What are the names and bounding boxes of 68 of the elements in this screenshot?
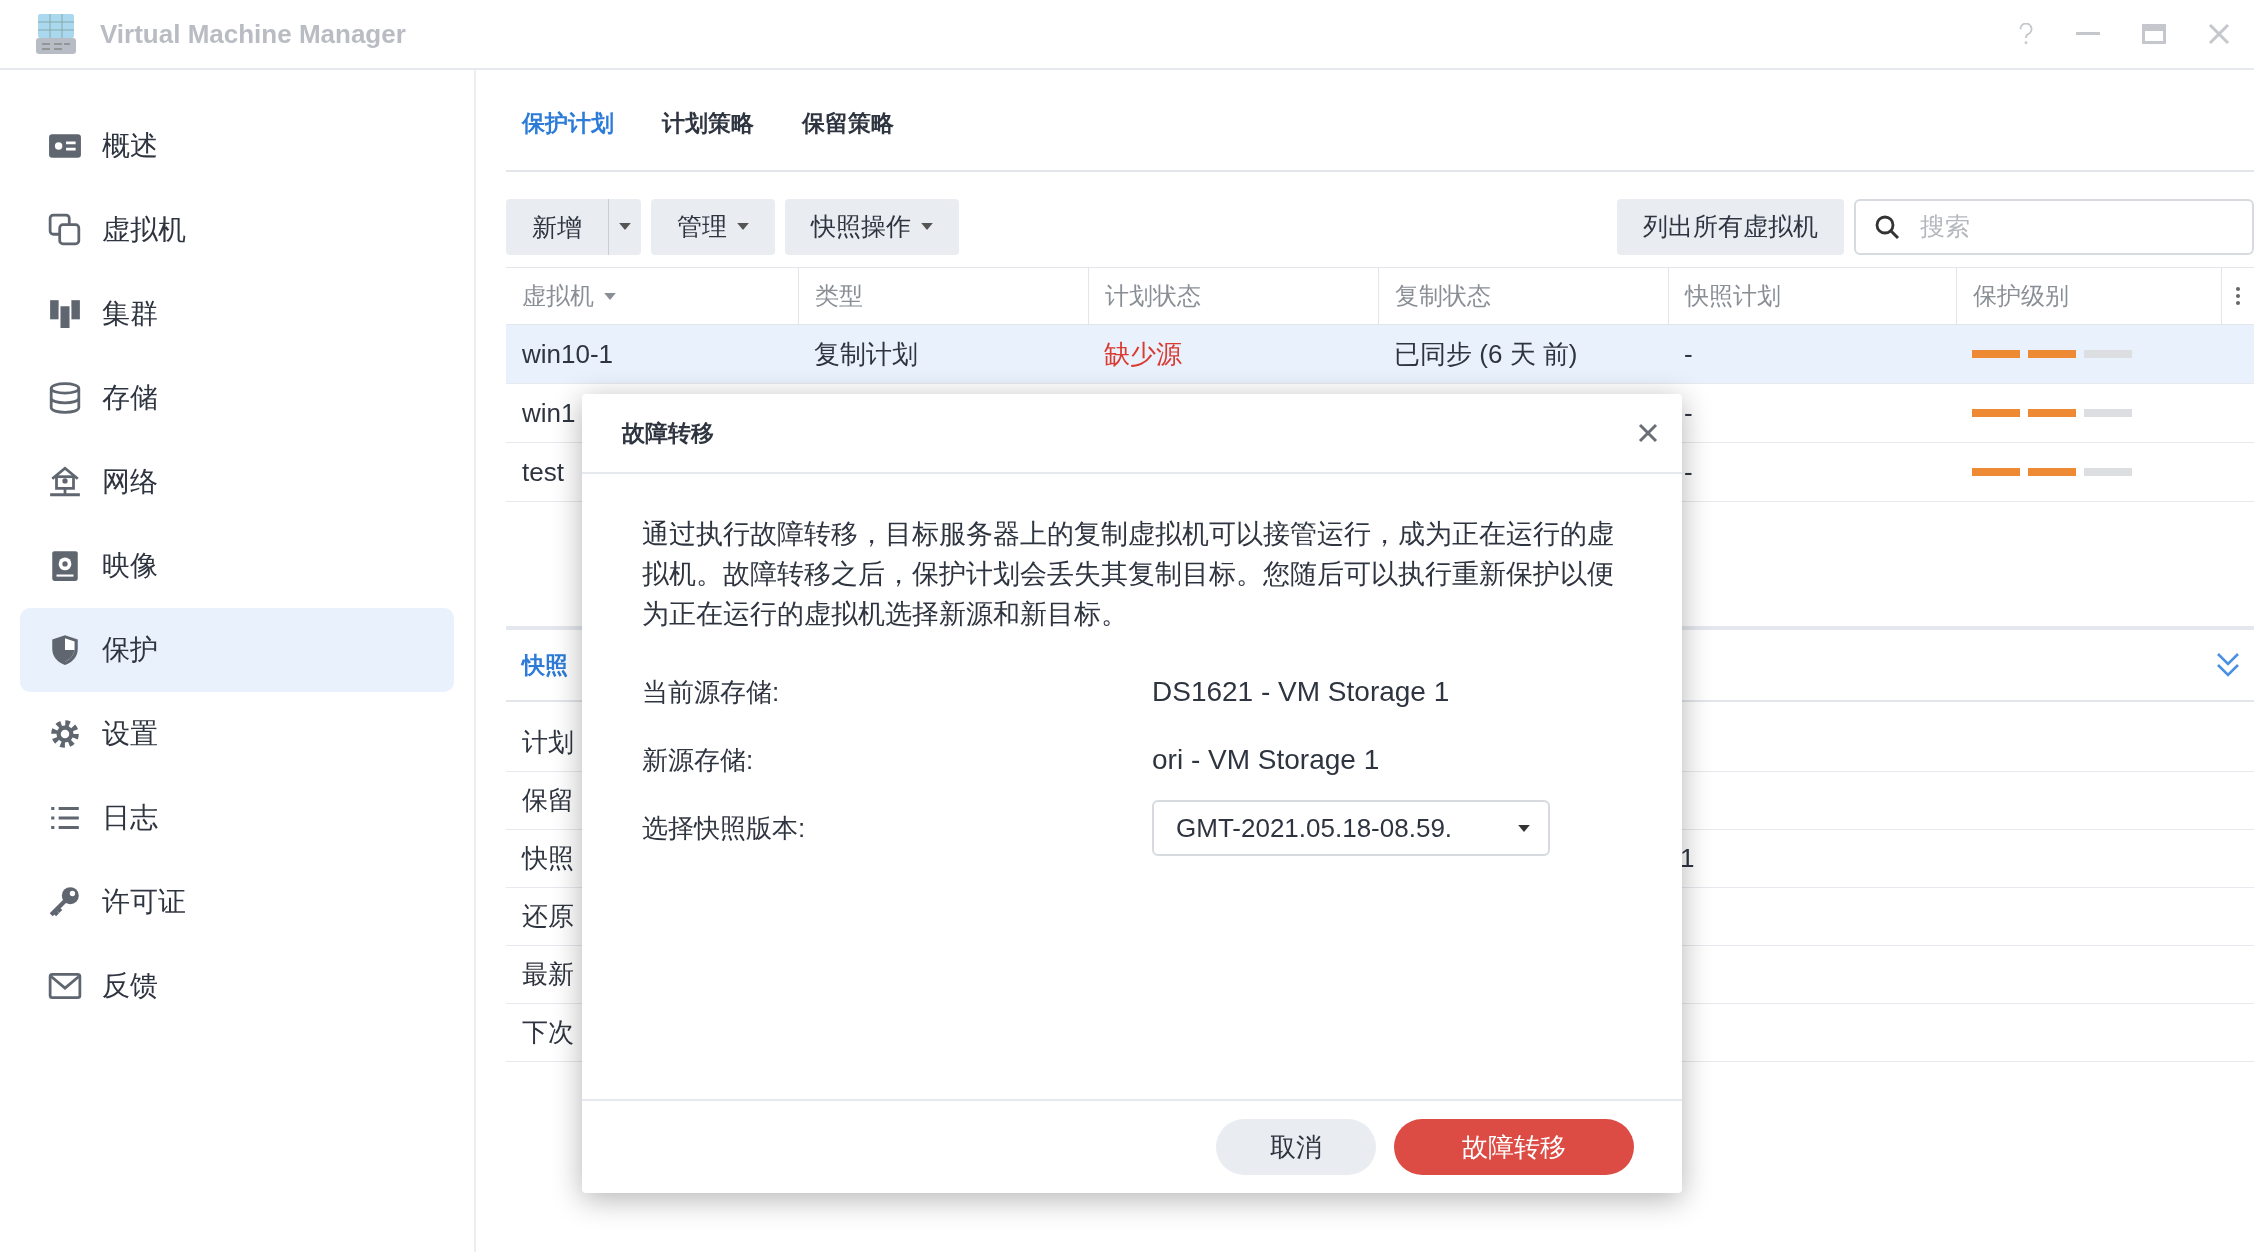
collapse-icon[interactable] <box>2216 652 2240 678</box>
sidebar-item[interactable]: 虚拟机 <box>20 188 454 272</box>
create-button[interactable]: 新增 <box>506 198 609 255</box>
snapshot-version-dropdown[interactable]: GMT-2021.05.18-08.59. <box>1152 800 1550 856</box>
cluster-icon <box>48 297 82 331</box>
field-label: 选择快照版本: <box>642 811 807 845</box>
caret-icon <box>921 223 933 230</box>
maximize-icon[interactable] <box>2142 24 2166 44</box>
tab[interactable]: 保护计划 <box>522 108 614 139</box>
sidebar-item[interactable]: 概述 <box>20 104 454 188</box>
table-cell-text: 复制计划 <box>814 337 918 371</box>
table-cell: win10-1 <box>522 338 614 370</box>
cancel-button[interactable]: 取消 <box>1216 1119 1376 1175</box>
detail-label: 最新 <box>521 958 574 991</box>
caret-icon <box>737 223 749 230</box>
field-value: DS1621 - VM Storage 1 <box>1152 676 1451 708</box>
table-cell-text: 已同步 (6 天 前) <box>1394 337 1578 371</box>
sidebar-item[interactable]: 日志 <box>20 776 454 860</box>
status-text: 缺少源 <box>1104 337 1182 371</box>
sidebar-item[interactable]: 存储 <box>20 356 454 440</box>
key-icon <box>48 885 82 919</box>
sidebar-item[interactable]: 设置 <box>20 692 454 776</box>
sort-caret-icon <box>604 292 616 300</box>
manage-button[interactable]: 管理 <box>651 198 775 255</box>
sidebar-item[interactable]: 许可证 <box>20 860 454 944</box>
minimize-icon[interactable] <box>2076 32 2100 36</box>
detail-label: 下次 <box>521 1016 574 1049</box>
field-label: 新源存储: <box>642 743 755 777</box>
detail-value: 1 <box>1680 843 1696 874</box>
sidebar-item[interactable]: 反馈 <box>20 944 454 1028</box>
window-title: Virtual Machine Manager <box>100 18 406 50</box>
sidebar-item[interactable]: 保护 <box>20 608 454 692</box>
caret-icon[interactable] <box>619 223 631 230</box>
detail-label: 还原 <box>521 900 574 933</box>
sidebar-item[interactable]: 网络 <box>20 440 454 524</box>
detail-label: 保留 <box>521 784 574 817</box>
close-icon[interactable] <box>1638 423 1658 443</box>
tab[interactable]: 计划策略 <box>662 108 754 139</box>
dialog-title: 故障转移 <box>622 418 714 448</box>
search-icon <box>1874 213 1900 240</box>
detail-label: 快照 <box>520 842 574 875</box>
copy-icon <box>48 213 82 247</box>
table-cell: - <box>1684 456 1693 488</box>
app-logo-icon <box>34 12 78 56</box>
sidebar-item[interactable]: 集群 <box>20 272 454 356</box>
search-field[interactable]: 搜索 <box>1854 198 2254 255</box>
tab[interactable]: 保留策略 <box>802 108 894 139</box>
snapshot-actions-button[interactable]: 快照操作 <box>785 198 959 255</box>
table-cell: test <box>522 456 564 488</box>
create-split-button[interactable]: 新增 <box>506 198 641 255</box>
field-value: ori - VM Storage 1 <box>1152 744 1381 776</box>
table-row[interactable]: win10-1 复制计划 缺少源 已同步 (6 天 前) - <box>506 325 2254 384</box>
table-cell: win1 <box>522 397 576 429</box>
tab[interactable]: 快照 <box>522 649 568 681</box>
network-icon <box>48 465 82 499</box>
failover-button[interactable]: 故障转移 <box>1394 1119 1634 1175</box>
table-cell: - <box>1684 338 1693 370</box>
caret-icon <box>1518 824 1530 832</box>
list-all-vms-button[interactable]: 列出所有虚拟机 <box>1617 198 1844 255</box>
more-icon[interactable] <box>2235 286 2241 306</box>
table-cell: - <box>1684 397 1693 429</box>
dialog-message: 通过执行故障转移，目标服务器上的复制虚拟机可以接管运行，成为正在运行的虚拟机。故障转移之后，保护计划会丢失其复制目标。您随后可以执行重新保护以便为正在运行的虚拟机选择新源和新目标。 <box>642 518 1615 631</box>
detail-label: 计划 <box>521 726 574 759</box>
help-icon[interactable] <box>2018 23 2034 45</box>
database-icon <box>48 381 82 415</box>
sidebar-item[interactable]: 映像 <box>20 524 454 608</box>
field-label: 当前源存储: <box>642 675 781 709</box>
settings-icon <box>48 717 82 751</box>
